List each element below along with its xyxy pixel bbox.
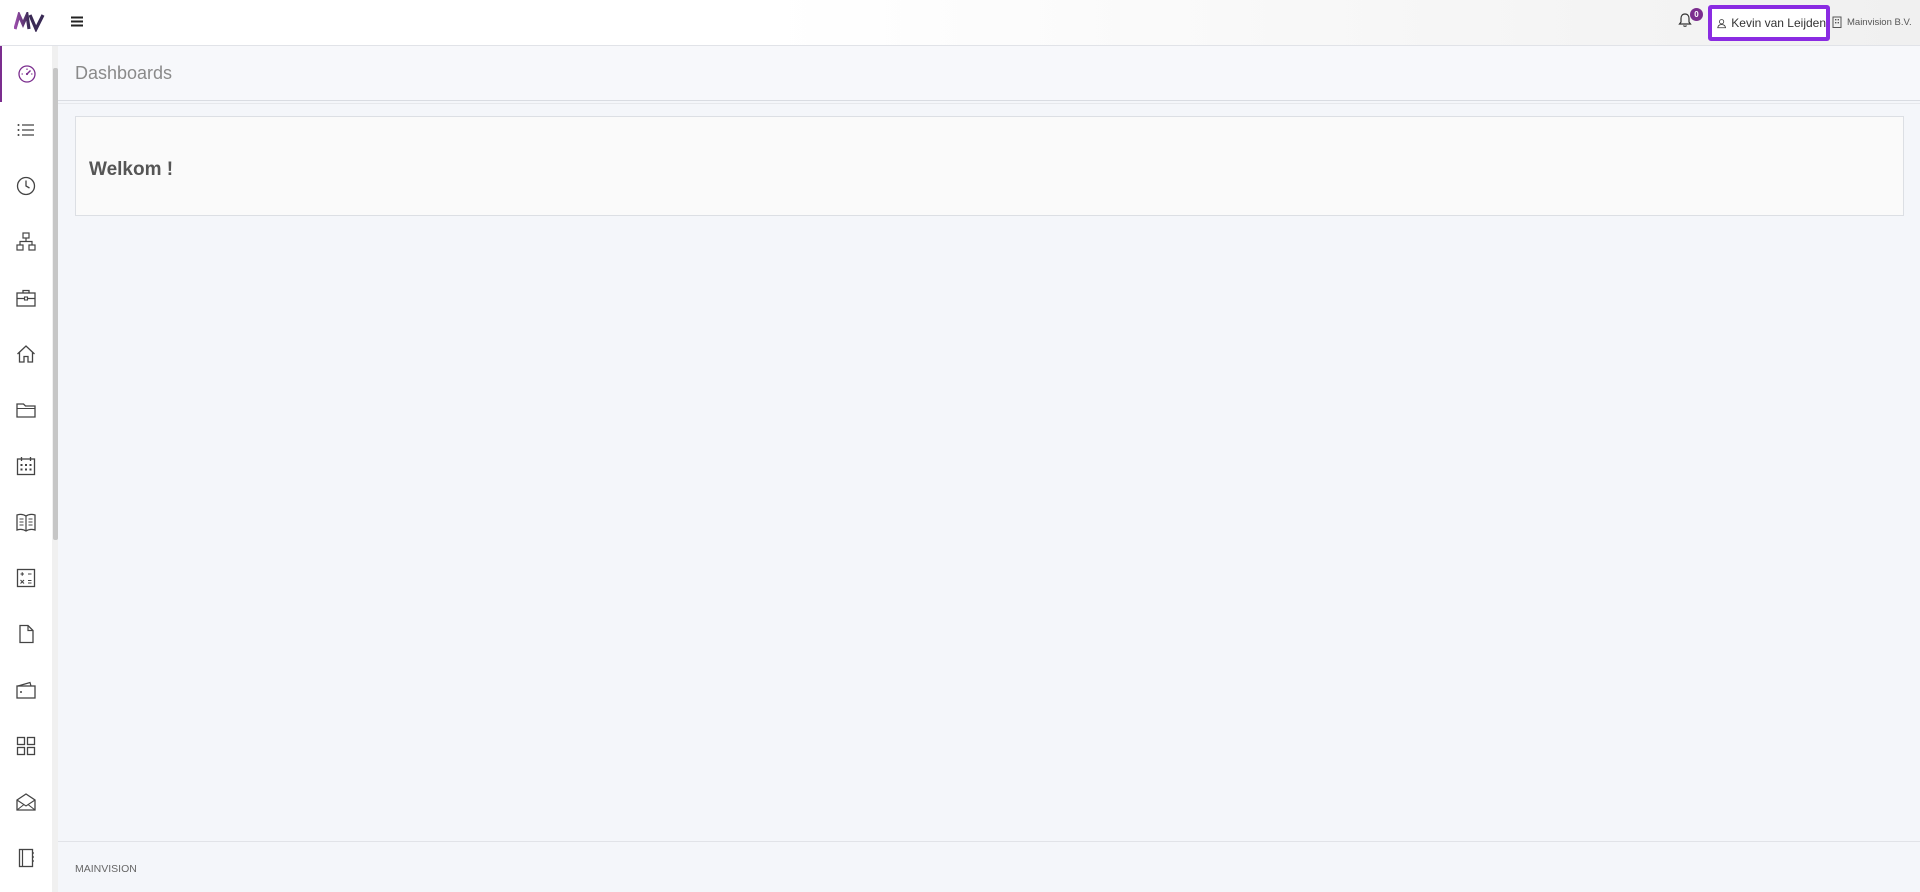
top-bar: 0 Kevin van Leijden Mainvision B.V.: [0, 0, 1920, 46]
notification-count-badge: 0: [1690, 8, 1703, 21]
mail-open-icon: [16, 793, 36, 811]
hamburger-icon: [71, 16, 83, 26]
sidebar-item-organization[interactable]: [0, 214, 52, 270]
sidebar-item-projects[interactable]: [0, 270, 52, 326]
sidebar-item-calendar[interactable]: [0, 438, 52, 494]
user-icon: [1717, 18, 1727, 28]
app-logo[interactable]: [14, 12, 46, 32]
user-menu-button[interactable]: Kevin van Leijden: [1708, 5, 1830, 41]
dashboard-gauge-icon: [18, 65, 36, 83]
sidebar: [0, 46, 52, 892]
sidebar-item-files[interactable]: [0, 382, 52, 438]
sidebar-item-list[interactable]: [0, 102, 52, 158]
briefcase-icon: [16, 289, 36, 307]
page-header: Dashboards: [58, 46, 1920, 101]
sidebar-item-finance[interactable]: [0, 662, 52, 718]
calculator-icon: [16, 568, 36, 588]
sidebar-item-calculations[interactable]: [0, 550, 52, 606]
company-name: Mainvision B.V.: [1847, 16, 1912, 28]
sidebar-scrollbar-thumb[interactable]: [53, 68, 58, 540]
footer-brand: MAINVISION: [75, 863, 137, 875]
sidebar-item-documents[interactable]: [0, 606, 52, 662]
mv-logo-icon: [14, 12, 45, 32]
sidebar-item-dashboard[interactable]: [0, 46, 52, 102]
company-switcher[interactable]: Mainvision B.V.: [1832, 14, 1912, 30]
welcome-card: Welkom !: [75, 116, 1904, 216]
building-icon: [1832, 16, 1842, 28]
document-icon: [19, 624, 34, 644]
page-title: Dashboards: [75, 63, 173, 83]
sidebar-item-contacts[interactable]: [0, 830, 52, 886]
calendar-icon: [16, 457, 36, 476]
notifications-button[interactable]: 0: [1678, 8, 1703, 32]
sidebar-item-home[interactable]: [0, 326, 52, 382]
sidebar-item-knowledge[interactable]: [0, 494, 52, 550]
sidebar-item-mail[interactable]: [0, 774, 52, 830]
sidebar-item-apps[interactable]: [0, 718, 52, 774]
divider: [58, 103, 1920, 104]
hierarchy-icon: [16, 232, 36, 251]
user-name: Kevin van Leijden: [1731, 16, 1826, 30]
welcome-heading: Welkom !: [89, 159, 174, 180]
sidebar-item-time[interactable]: [0, 158, 52, 214]
sidebar-scrollbar[interactable]: [52, 46, 58, 892]
wallet-icon: [16, 681, 36, 699]
notebook-icon: [18, 848, 34, 868]
clock-icon: [16, 176, 36, 196]
home-icon: [17, 345, 35, 363]
menu-toggle-button[interactable]: [70, 13, 84, 29]
folder-icon: [16, 403, 36, 418]
book-icon: [16, 513, 36, 532]
grid-icon: [16, 736, 36, 756]
footer: MAINVISION: [58, 841, 1920, 892]
list-icon: [17, 124, 34, 136]
